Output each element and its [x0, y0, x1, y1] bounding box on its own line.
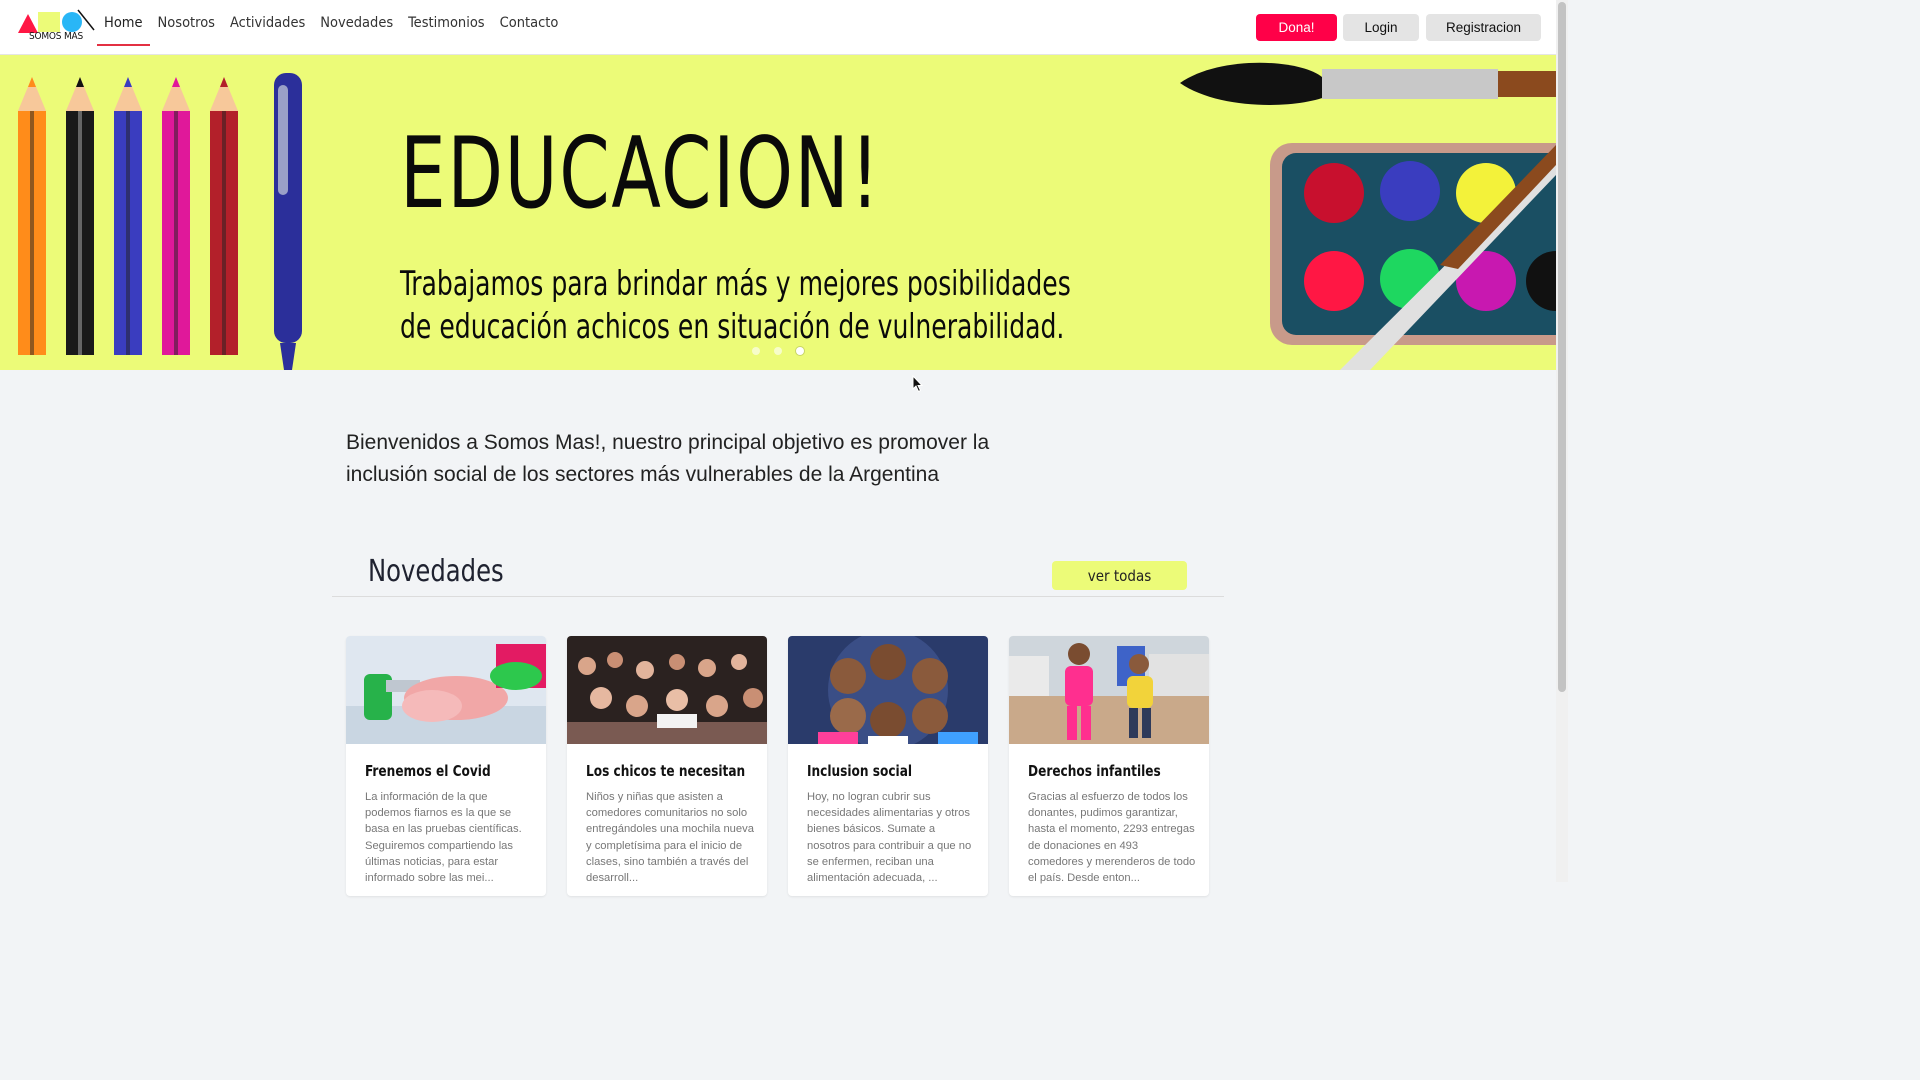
logo-text: SOMOS MAS — [28, 31, 84, 42]
carousel-dot-1[interactable] — [752, 347, 760, 355]
news-card[interactable]: Derechos infantiles Gracias al esfuerzo … — [1009, 636, 1209, 896]
news-card-title: Los chicos te necesitan — [586, 762, 746, 780]
hero-subtitle: Trabajamos para brindar más y mejores po… — [400, 263, 1089, 349]
novedades-title: Novedades — [368, 554, 504, 589]
hero-subtitle-line-2: de educación achicos en situación de vul… — [400, 307, 1065, 347]
news-card[interactable]: Los chicos te necesitan Niños y niñas qu… — [567, 636, 767, 896]
main-nav: Home Nosotros Actividades Novedades Test… — [97, 0, 566, 54]
nav-item-novedades[interactable]: Novedades — [313, 0, 400, 46]
carousel-dot-2[interactable] — [774, 347, 782, 355]
news-card-text: Hoy, no logran cubrir sus necesidades al… — [807, 791, 972, 885]
children-circle-image — [788, 636, 988, 744]
news-card-title: Frenemos el Covid — [365, 762, 491, 780]
welcome-text: Bienvenidos a Somos Mas!, nuestro princi… — [346, 431, 990, 486]
top-navbar: SOMOS MAS Home Nosotros Actividades Nove… — [0, 0, 1556, 55]
colored-pencils-icon — [18, 77, 238, 355]
carousel-dot-3[interactable] — [796, 347, 804, 355]
novedades-header: Novedades ver todas — [332, 550, 1224, 597]
news-card-text: Niños y niñas que asisten a comedores co… — [586, 791, 754, 885]
paint-palette-icon — [1270, 143, 1556, 370]
news-card[interactable]: Inclusion social Hoy, no logran cubrir s… — [788, 636, 988, 896]
nav-item-nosotros[interactable]: Nosotros — [151, 0, 222, 46]
ver-todas-button[interactable]: ver todas — [1052, 561, 1187, 590]
hero-subtitle-line-1: Trabajamos para brindar más y mejores po… — [400, 264, 1071, 304]
page-scrollbar-thumb[interactable] — [1558, 2, 1566, 692]
nav-item-contacto[interactable]: Contacto — [493, 0, 566, 46]
crowd-image — [567, 636, 767, 744]
hero-carousel[interactable]: EDUCACION! Trabajamos para brindar más y… — [0, 55, 1556, 370]
dona-button[interactable]: Dona! — [1256, 14, 1337, 41]
handwashing-image — [346, 636, 546, 744]
news-card-title: Derechos infantiles — [1028, 762, 1161, 780]
paintbrush-icon — [1180, 62, 1556, 105]
news-card-title: Inclusion social — [807, 762, 913, 780]
nav-item-home[interactable]: Home — [97, 0, 150, 46]
nav-item-actividades[interactable]: Actividades — [223, 0, 312, 46]
marker-pen-icon — [274, 73, 302, 370]
news-card-text: La información de la que podemos fiarnos… — [365, 791, 522, 885]
mouse-cursor-icon — [912, 375, 924, 393]
news-card[interactable]: Frenemos el Covid La información de la q… — [346, 636, 546, 896]
carousel-indicators — [752, 347, 804, 355]
news-card-text: Gracias al esfuerzo de todos los donante… — [1028, 791, 1196, 885]
register-button[interactable]: Registracion — [1426, 14, 1541, 41]
children-holding-hands-image — [1009, 636, 1209, 744]
nav-item-testimonios[interactable]: Testimonios — [401, 0, 491, 46]
login-button[interactable]: Login — [1343, 14, 1419, 41]
hero-title: EDUCACION! — [400, 117, 881, 231]
